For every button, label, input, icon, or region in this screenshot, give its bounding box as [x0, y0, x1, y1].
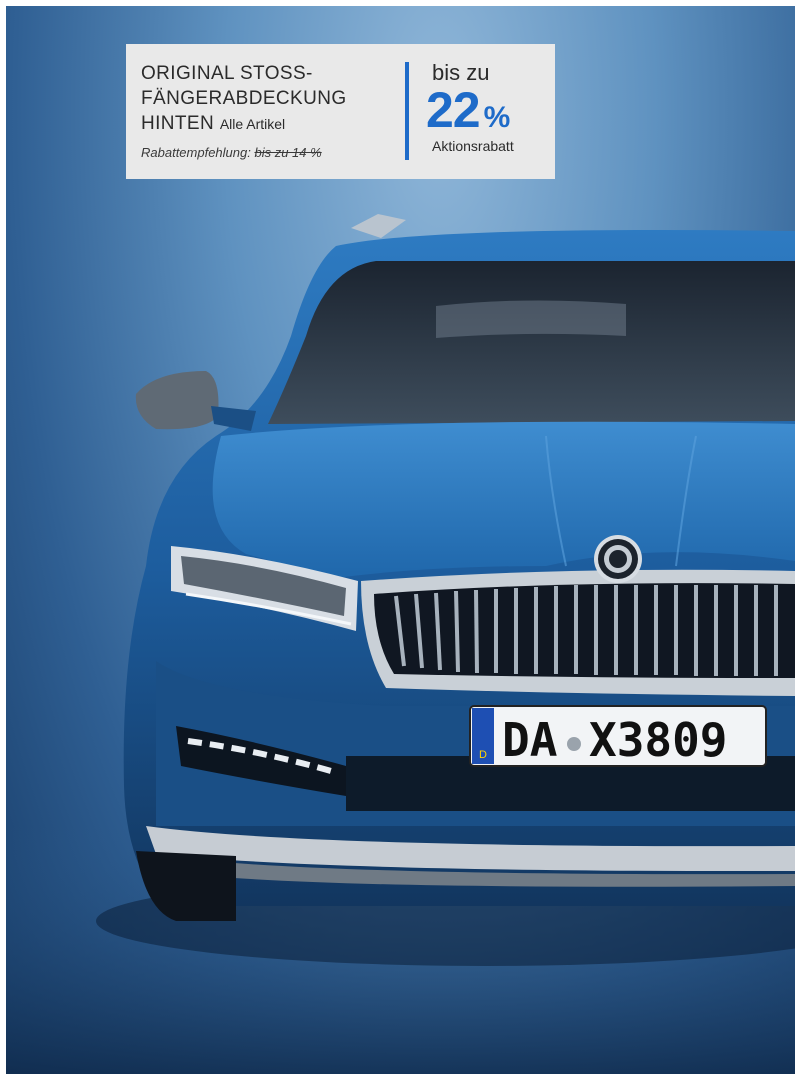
product-title: ORIGINAL STOSS- FÄNGERABDECKUNG HINTEN A…: [141, 61, 391, 137]
discount-caption: Aktionsrabatt: [432, 138, 514, 154]
discount-value: 22: [426, 82, 481, 138]
discount-amount: 22%: [426, 84, 551, 136]
product-title-line1: ORIGINAL STOSS-: [141, 63, 313, 84]
product-title-line3: HINTEN: [141, 113, 215, 134]
discount-unit: %: [483, 101, 511, 134]
photo-frame: D DA X3809 ORIGINAL STOSS- FÄNGERABDECKU…: [6, 6, 795, 1074]
plate-text-right: X3809: [589, 713, 727, 767]
promo-divider: [405, 62, 409, 160]
recommendation-old-value: bis zu 14 %: [254, 145, 322, 160]
product-scope: Alle Artikel: [219, 116, 286, 132]
license-plate: D DA X3809: [469, 705, 767, 767]
plate-country: D: [479, 749, 487, 761]
recommendation-label: Rabattempfehlung:: [141, 145, 251, 160]
plate-text-left: DA: [502, 713, 557, 767]
promo-product-info: ORIGINAL STOSS- FÄNGERABDECKUNG HINTEN A…: [141, 61, 391, 160]
brand-emblem: [594, 535, 642, 583]
promo-discount: bis zu 22% Aktionsrabatt: [426, 60, 551, 154]
product-title-line2: FÄNGERABDECKUNG: [141, 88, 347, 109]
promo-badge: ORIGINAL STOSS- FÄNGERABDECKUNG HINTEN A…: [126, 44, 555, 179]
discount-recommendation: Rabattempfehlung: bis zu 14 %: [141, 145, 391, 160]
